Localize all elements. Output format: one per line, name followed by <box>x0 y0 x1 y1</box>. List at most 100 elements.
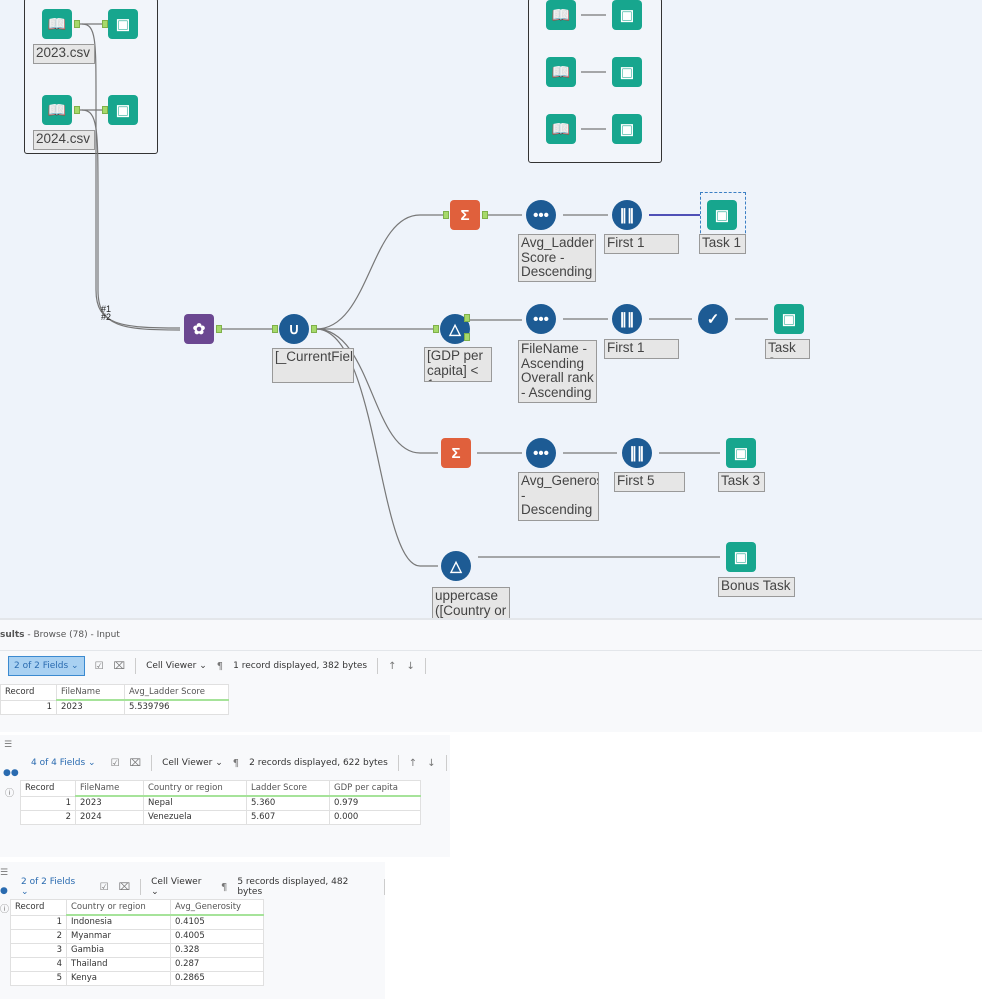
sample-icon[interactable]: ∥∥ <box>622 438 652 468</box>
cell-viewer-dropdown[interactable]: Cell Viewer ⌄ <box>146 661 207 671</box>
summarize-sigma-icon[interactable]: Σ <box>450 200 480 230</box>
select-all-icon[interactable]: ☑ <box>100 882 109 893</box>
table-row: Record FileName Avg_Ladder Score <box>0 684 229 701</box>
table-row: 1 2023 5.539796 <box>0 699 229 715</box>
pilcrow-icon[interactable]: ¶ <box>233 758 239 769</box>
help-icon[interactable]: ⓘ <box>0 902 9 915</box>
summarize-sigma-icon[interactable]: Σ <box>441 438 471 468</box>
table-cell: 0.000 <box>329 809 421 825</box>
input-anchor[interactable] <box>272 325 278 333</box>
table-row: Record FileName Avg_Ladder Score 1 2023 5.53… <box>0 684 229 715</box>
column-header: Country or region <box>143 780 247 797</box>
select-all-icon[interactable]: ☑ <box>95 661 104 672</box>
table-cell: 0.979 <box>329 795 421 811</box>
browse-binoculars-icon[interactable]: ▣ <box>726 542 756 572</box>
connections: #1 #2 <box>78 14 768 567</box>
browse-binoculars-icon[interactable]: ▣ <box>108 95 138 125</box>
column-header: Country or region <box>66 899 171 916</box>
browse-binoculars-icon[interactable]: ▣ <box>726 438 756 468</box>
workflow-canvas[interactable]: #1 #2 📖 ▣ 2023.csv 📖 ▣ 2024.csv 📖 ▣ 📖 ▣ … <box>0 0 982 619</box>
list-icon[interactable]: ☰ <box>0 868 8 878</box>
browse-binoculars-icon[interactable]: ▣ <box>612 114 642 144</box>
cell-viewer-dropdown[interactable]: Cell Viewer ⌄ <box>162 758 223 768</box>
binoculars-icon[interactable]: ●● <box>3 768 19 778</box>
output-anchor[interactable] <box>311 325 317 333</box>
table-row: Record FileName Country or region Ladder Sc… <box>20 780 421 825</box>
browse-binoculars-icon[interactable]: ▣ <box>612 0 642 30</box>
deselect-icon[interactable]: ⌧ <box>119 882 131 893</box>
fields-dropdown[interactable]: 4 of 4 Fields ⌄ <box>26 754 101 772</box>
browse-label: Task 3 <box>718 472 765 492</box>
results-panel-2: ☰ ●● ⓘ 4 of 4 Fields ⌄ ☑ ⌧ Cell Viewer ⌄… <box>0 735 450 857</box>
sort-label: FileName - Ascending Overall rank - Asce… <box>518 340 597 403</box>
test-check-icon[interactable]: ✓ <box>698 304 728 334</box>
table-row: 3 Gambia 0.328 <box>10 942 264 958</box>
table-row: 2 Myanmar 0.4005 <box>10 928 264 944</box>
input-anchor[interactable] <box>433 325 439 333</box>
deselect-icon[interactable]: ⌧ <box>130 758 142 769</box>
browse-binoculars-icon[interactable]: ▣ <box>707 200 737 230</box>
results-table: Record FileName Avg_Ladder Score 1 2023 5.53… <box>0 684 229 715</box>
true-anchor[interactable] <box>464 314 470 322</box>
input-data-icon[interactable]: 📖 <box>546 114 576 144</box>
table-cell: 3 <box>10 942 67 958</box>
filter-icon[interactable]: △ <box>441 551 471 581</box>
arrow-down-icon[interactable]: ↓ <box>407 661 415 672</box>
table-row: 4 Thailand 0.287 <box>10 956 264 972</box>
list-icon[interactable]: ☰ <box>4 740 12 750</box>
binoculars-icon[interactable]: ● <box>0 886 8 896</box>
table-row: Record Country or region Avg_Generosity 1I… <box>10 899 264 986</box>
false-anchor[interactable] <box>464 333 470 341</box>
browse-binoculars-icon[interactable]: ▣ <box>612 57 642 87</box>
input-data-icon[interactable]: 📖 <box>42 9 72 39</box>
sort-icon[interactable]: ••• <box>526 200 556 230</box>
table-cell: Indonesia <box>66 914 171 930</box>
sort-label: Avg_Generosity - Descending <box>518 472 599 521</box>
output-anchor[interactable] <box>74 106 80 114</box>
input-data-icon[interactable]: 📖 <box>42 95 72 125</box>
column-header: FileName <box>56 684 125 701</box>
output-anchor[interactable] <box>482 211 488 219</box>
sample-icon[interactable]: ∥∥ <box>612 200 642 230</box>
table-cell: 0.4105 <box>170 914 264 930</box>
status-text: 2 records displayed, 622 bytes <box>249 758 388 768</box>
formula-icon[interactable]: ∪ <box>279 314 309 344</box>
deselect-icon[interactable]: ⌧ <box>114 661 126 672</box>
arrow-down-icon[interactable]: ↓ <box>427 758 435 769</box>
input-data-icon[interactable]: 📖 <box>546 57 576 87</box>
input-label: 2023.csv <box>33 44 95 64</box>
table-cell: 4 <box>10 956 67 972</box>
table-row: Record Country or region Avg_Generosity <box>10 899 264 916</box>
browse-binoculars-icon[interactable]: ▣ <box>774 304 804 334</box>
sample-label: First 1 rows <box>604 234 679 254</box>
filter-label: [GDP per capita] < 1 <box>424 347 492 382</box>
cell-viewer-dropdown[interactable]: Cell Viewer ⌄ <box>151 877 211 897</box>
input-data-icon[interactable]: 📖 <box>546 0 576 30</box>
table-cell: 2024 <box>75 809 144 825</box>
results-table: Record Country or region Avg_Generosity 1I… <box>10 899 264 986</box>
fields-dropdown[interactable]: 2 of 2 Fields ⌄ <box>16 873 90 901</box>
fields-dropdown[interactable]: 2 of 2 Fields ⌄ <box>8 656 85 676</box>
sort-label: Avg_Ladder Score - Descending <box>518 234 596 282</box>
table-cell: 2 <box>10 928 67 944</box>
arrow-up-icon[interactable]: ↑ <box>388 661 396 672</box>
sort-icon[interactable]: ••• <box>526 438 556 468</box>
browse-binoculars-icon[interactable]: ▣ <box>108 9 138 39</box>
select-all-icon[interactable]: ☑ <box>111 758 120 769</box>
input-anchor[interactable] <box>443 211 449 219</box>
arrow-up-icon[interactable]: ↑ <box>409 758 417 769</box>
table-cell: 2 <box>20 809 76 825</box>
table-cell: 5.607 <box>246 809 330 825</box>
browse-label: Bonus Task <box>718 577 795 597</box>
sample-icon[interactable]: ∥∥ <box>612 304 642 334</box>
results-title: sults <box>0 630 25 640</box>
pilcrow-icon[interactable]: ¶ <box>217 661 223 672</box>
results-panel-3: ☰ ● ⓘ 2 of 2 Fields ⌄ ☑ ⌧ Cell Viewer ⌄ … <box>0 862 385 999</box>
output-anchor[interactable] <box>216 325 222 333</box>
help-icon[interactable]: ⓘ <box>5 786 14 799</box>
union-dna-icon[interactable]: ✿ <box>184 314 214 344</box>
output-anchor[interactable] <box>74 20 80 28</box>
table-cell: 0.287 <box>170 956 264 972</box>
sort-icon[interactable]: ••• <box>526 304 556 334</box>
pilcrow-icon[interactable]: ¶ <box>221 882 227 893</box>
